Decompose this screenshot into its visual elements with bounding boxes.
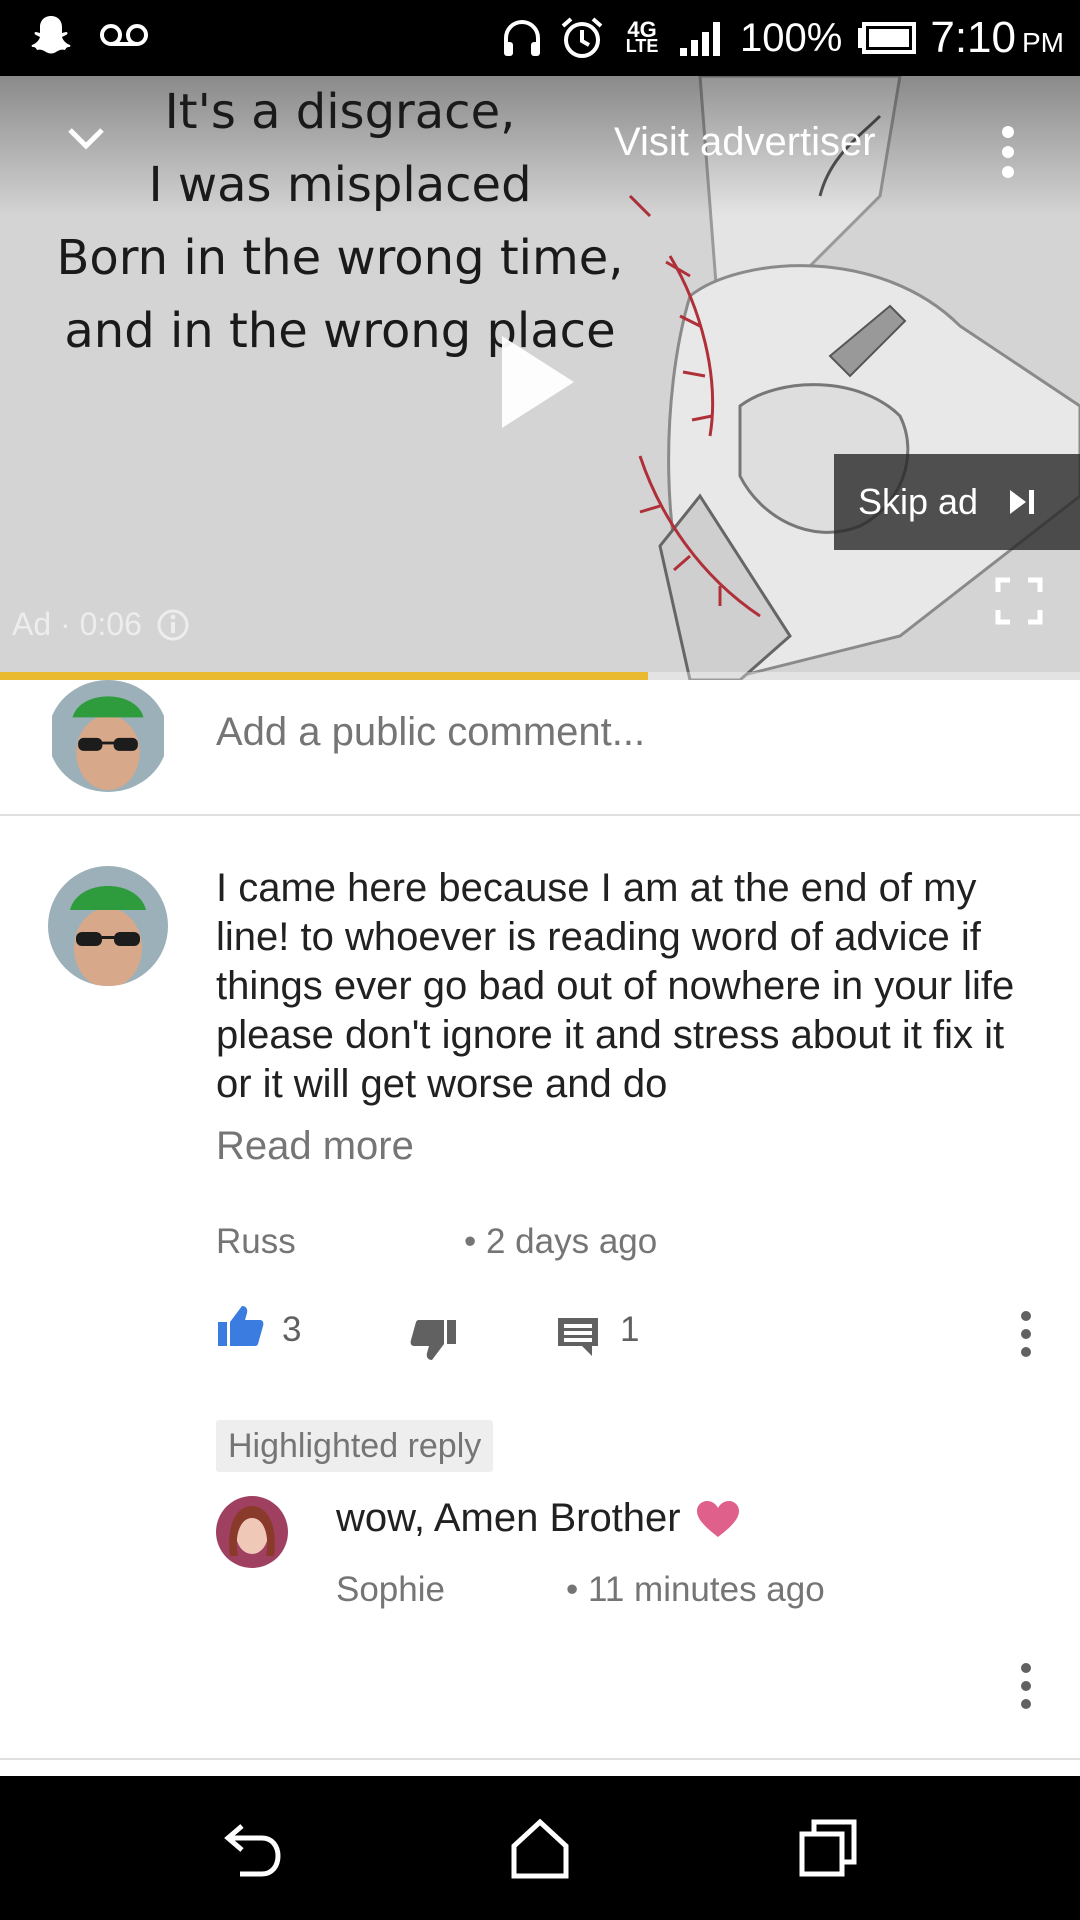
back-icon[interactable] — [216, 1812, 288, 1884]
ad-quote-text: It's a disgrace, I was misplaced Born in… — [56, 84, 624, 359]
reply-text-row: wow, Amen Brother — [336, 1496, 741, 1541]
chevron-down-icon[interactable] — [60, 112, 112, 164]
thumbs-up-icon[interactable] — [216, 1304, 264, 1348]
home-icon[interactable] — [504, 1812, 576, 1884]
divider — [0, 1758, 1080, 1760]
thumbs-down-icon[interactable] — [410, 1318, 458, 1362]
read-more-link[interactable]: Read more — [216, 1124, 414, 1169]
signal-icon — [680, 22, 721, 56]
avatar — [52, 680, 164, 792]
alarm-icon — [561, 17, 603, 58]
clock: 7:10 PM — [930, 13, 1064, 62]
headphones-icon — [504, 20, 541, 56]
highlighted-reply-badge: Highlighted reply — [216, 1420, 494, 1472]
status-bar: 4G LTE 100% 7:10 PM — [0, 0, 1080, 76]
fullscreen-icon[interactable] — [994, 576, 1044, 626]
play-icon[interactable] — [498, 332, 578, 432]
reply-count: 1 — [620, 1310, 640, 1349]
reply-time: • 11 minutes ago — [566, 1570, 825, 1609]
reply-author[interactable]: Sophie — [336, 1570, 445, 1610]
add-comment-input[interactable] — [216, 710, 1016, 755]
ad-timer: Ad · 0:06 — [12, 606, 190, 643]
like-count: 3 — [282, 1310, 302, 1349]
avatar[interactable] — [216, 1496, 288, 1568]
battery-percent: 100% — [740, 15, 843, 60]
ad-progress-fill — [0, 672, 648, 680]
navigation-bar — [0, 1776, 1080, 1920]
visit-advertiser-button[interactable]: Visit advertiser — [614, 120, 876, 165]
heart-icon — [696, 1500, 739, 1537]
info-icon[interactable] — [156, 608, 190, 642]
voicemail-icon — [100, 24, 148, 46]
recents-icon[interactable] — [792, 1812, 864, 1884]
more-vert-icon[interactable] — [1016, 1660, 1036, 1712]
skip-ad-button[interactable]: Skip ad — [834, 454, 1080, 550]
skip-next-icon — [1010, 490, 1035, 514]
more-vert-icon[interactable] — [1016, 1308, 1036, 1360]
ad-progress-bar[interactable] — [0, 672, 1080, 680]
add-comment-row — [0, 680, 1080, 816]
reply-text: wow, Amen Brother — [336, 1496, 681, 1540]
video-player[interactable]: It's a disgrace, I was misplaced Born in… — [0, 76, 1080, 680]
battery-icon — [858, 22, 917, 54]
more-vert-icon[interactable] — [990, 122, 1026, 182]
reply-comment-icon[interactable] — [556, 1316, 600, 1358]
comment-time: • 2 days ago — [464, 1222, 658, 1261]
lte-icon: 4G LTE — [625, 17, 659, 56]
avatar[interactable] — [48, 866, 168, 986]
comment-text: I came here because I am at the end of m… — [216, 866, 1015, 1106]
skip-ad-label: Skip ad — [858, 481, 979, 522]
comment-author[interactable]: Russ — [216, 1222, 296, 1262]
snapchat-icon — [31, 16, 71, 54]
